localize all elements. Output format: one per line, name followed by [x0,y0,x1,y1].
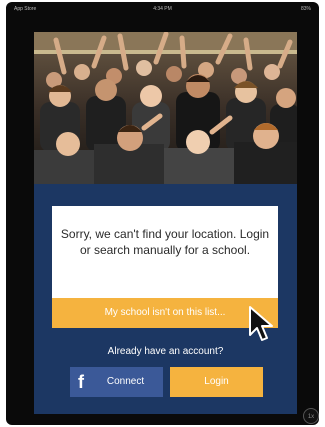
status-battery: 83% [300,6,311,12]
connect-label: Connect [106,376,145,387]
facebook-icon: f [78,372,84,392]
hero-photo [34,32,297,184]
status-bar: App Store 4:34 PM 83% [14,4,311,14]
status-time: 4:34 PM [153,6,172,12]
already-have-account-label: Already have an account? [107,346,224,357]
pointer-cursor-icon [249,306,273,341]
message-card: Sorry, we can't find your location. Logi… [52,206,278,298]
zoom-badge[interactable]: 1x [303,408,319,424]
crowd-image [34,32,297,184]
facebook-connect-button[interactable]: f Connect [70,367,163,397]
school-not-listed-button[interactable]: My school isn't on this list... [52,298,278,328]
login-button[interactable]: Login [170,367,263,397]
login-panel: Sorry, we can't find your location. Logi… [34,184,297,414]
device-screen: App Store 4:34 PM 83% Sorry, we can't fi… [0,0,325,427]
location-error-message: Sorry, we can't find your location. Logi… [60,227,270,257]
